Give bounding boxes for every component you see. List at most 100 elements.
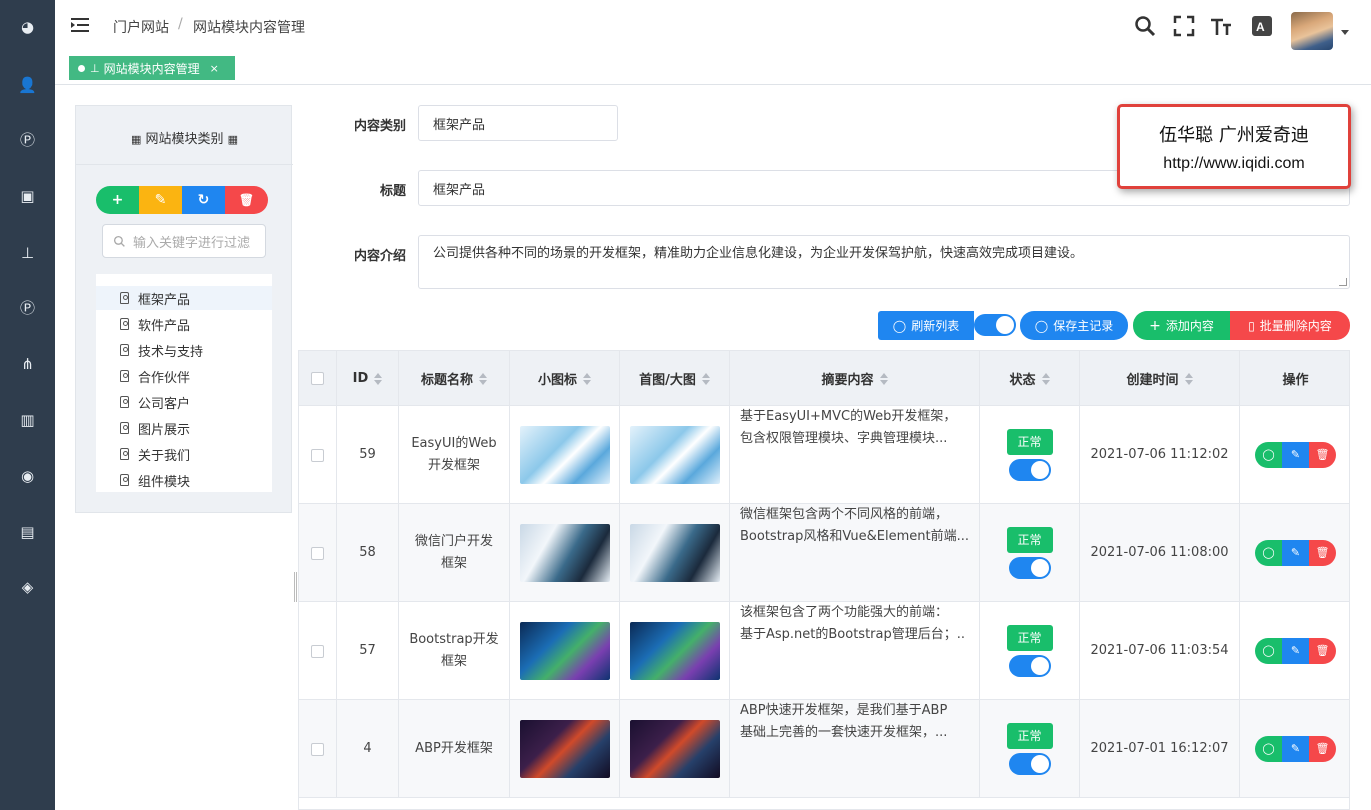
status-switch[interactable] (1008, 459, 1051, 481)
status-switch[interactable] (1008, 753, 1051, 775)
delete-button[interactable]: 🗑 (1309, 540, 1336, 566)
view-button[interactable]: ◯ (1255, 638, 1282, 664)
banner-image[interactable] (629, 524, 720, 582)
search-icon[interactable] (1133, 14, 1157, 38)
product-p-icon-2[interactable]: Ⓟ (0, 292, 55, 322)
refresh-list-button[interactable]: ◯ 刷新列表 (878, 311, 974, 340)
banner-image[interactable] (629, 426, 720, 484)
tab-close-icon[interactable]: × (210, 62, 219, 75)
intro-textarea[interactable]: 公司提供各种不同的场景的开发框架，精准助力企业信息化建设，为企业开发保驾护航，快… (418, 235, 1350, 289)
tree-item-about[interactable]: 关于我们 (96, 442, 272, 466)
sitemap-icon[interactable]: ⊥ (0, 238, 55, 268)
edit-button[interactable]: ✎ (1282, 638, 1309, 664)
cell-actions: ◯ ✎ 🗑 (1240, 406, 1349, 504)
sort-icon[interactable] (479, 372, 487, 386)
tree-item-framework[interactable]: 框架产品 (96, 286, 272, 310)
cell-actions: ◯ ✎ 🗑 (1240, 700, 1349, 798)
tab-content-management[interactable]: ⊥ 网站模块内容管理 × (69, 56, 235, 80)
user-avatar[interactable] (1291, 12, 1333, 50)
tree-item-support[interactable]: 技术与支持 (96, 338, 272, 362)
view-button[interactable]: ◯ (1255, 540, 1282, 566)
tree-search-input[interactable]: 输入关键字进行过滤 (102, 224, 266, 258)
header-banner[interactable]: 首图/大图 (620, 351, 730, 406)
thumbnail-image[interactable] (519, 426, 610, 484)
edit-button[interactable]: ✎ (1282, 540, 1309, 566)
menu-toggle-icon[interactable] (69, 14, 91, 36)
sort-icon[interactable] (1184, 372, 1193, 386)
id-card-icon[interactable]: ▤ (0, 517, 55, 547)
toggle-switch[interactable] (974, 314, 1016, 336)
row-checkbox[interactable] (311, 644, 324, 658)
header-status[interactable]: 状态 (980, 351, 1080, 406)
table-row[interactable]: 57 Bootstrap开发 框架 该框架包含了两个功能强大的前端： 基于Asp.n… (299, 602, 1349, 700)
flow-icon[interactable]: ⋔ (0, 349, 55, 379)
table-row[interactable]: 59 EasyUI的Web 开发框架 基于EasyUI+MVC的Web开发框架，包… (299, 406, 1349, 504)
edit-category-button[interactable]: ✎ (139, 186, 182, 214)
breadcrumb-root[interactable]: 门户网站 (113, 17, 169, 37)
header: 门户网站 / 网站模块内容管理 A (55, 0, 1371, 52)
header-icon[interactable]: 小图标 (510, 351, 620, 406)
view-button[interactable]: ◯ (1255, 442, 1282, 468)
tree-divider (76, 164, 293, 165)
add-category-button[interactable]: + (96, 186, 139, 214)
select-all-checkbox[interactable] (311, 372, 324, 385)
delete-button[interactable]: 🗑 (1309, 638, 1336, 664)
tab-active-dot (78, 64, 85, 72)
sort-icon[interactable] (374, 372, 383, 386)
translate-icon[interactable]: A (1250, 14, 1274, 38)
save-master-button[interactable]: ◯ 保存主记录 (1020, 311, 1128, 340)
row-checkbox[interactable] (311, 742, 324, 756)
status-switch[interactable] (1008, 557, 1051, 579)
banner-image[interactable] (629, 720, 720, 778)
layers-icon[interactable]: ◈ (0, 572, 55, 602)
header-id[interactable]: ID (337, 351, 399, 406)
thumbnail-image[interactable] (519, 622, 610, 680)
row-checkbox[interactable] (311, 448, 324, 462)
dashboard-icon[interactable]: ◕ (0, 12, 55, 42)
edit-button[interactable]: ✎ (1282, 736, 1309, 762)
header-created[interactable]: 创建时间 (1080, 351, 1240, 406)
cell-summary: 基于EasyUI+MVC的Web开发框架， 包含权限管理模块、字典管理模块... (730, 406, 980, 504)
resize-grip-icon[interactable] (1339, 278, 1347, 286)
thumbnail-image[interactable] (519, 720, 610, 778)
category-field[interactable]: 框架产品 (418, 105, 618, 141)
thumbnail-image[interactable] (519, 524, 610, 582)
table-row[interactable]: 58 微信门户开发 框架 微信框架包含两个不同风格的前端， Bootstrap风格和… (299, 504, 1349, 602)
refresh-tree-button[interactable]: ↻ (182, 186, 225, 214)
header-title[interactable]: 标题名称 (399, 351, 510, 406)
tree-item-gallery[interactable]: 图片展示 (96, 416, 272, 440)
cell-status: 正常 (980, 406, 1080, 504)
cell-id: 58 (337, 504, 399, 602)
edit-button[interactable]: ✎ (1282, 442, 1309, 468)
add-content-button[interactable]: + 添加内容 (1133, 311, 1230, 340)
sort-icon[interactable] (1041, 372, 1050, 386)
sort-icon[interactable] (701, 372, 710, 386)
blog-icon[interactable]: ◉ (0, 461, 55, 491)
contact-book-icon[interactable]: ▣ (0, 181, 55, 211)
chevron-down-icon[interactable] (1341, 30, 1349, 35)
batch-delete-button[interactable]: ▯ 批量删除内容 (1230, 311, 1350, 340)
plus-icon: + (1149, 317, 1161, 334)
panel-splitter[interactable] (294, 572, 297, 602)
sort-icon[interactable] (879, 372, 888, 386)
tree-item-customers[interactable]: 公司客户 (96, 390, 272, 414)
table-row[interactable]: 4 ABP开发框架 ABP快速开发框架，是我们基于ABP 基础上完善的一套快速开发… (299, 700, 1349, 798)
delete-button[interactable]: 🗑 (1309, 736, 1336, 762)
font-size-icon[interactable] (1209, 14, 1233, 38)
tree-item-partners[interactable]: 合作伙伴 (96, 364, 272, 388)
cell-icon (510, 504, 620, 602)
user-lock-icon[interactable]: 👤 (0, 70, 55, 100)
sort-icon[interactable] (583, 372, 591, 386)
banner-image[interactable] (629, 622, 720, 680)
tree-item-software[interactable]: 软件产品 (96, 312, 272, 336)
status-switch[interactable] (1008, 655, 1051, 677)
tree-item-components[interactable]: 组件模块 (96, 468, 272, 492)
view-button[interactable]: ◯ (1255, 736, 1282, 762)
row-checkbox[interactable] (311, 546, 324, 560)
fullscreen-icon[interactable] (1172, 14, 1196, 38)
delete-category-button[interactable]: 🗑 (225, 186, 268, 214)
building-icon[interactable]: ▥ (0, 405, 55, 435)
product-p-icon[interactable]: Ⓟ (0, 124, 55, 154)
header-summary[interactable]: 摘要内容 (730, 351, 980, 406)
delete-button[interactable]: 🗑 (1309, 442, 1336, 468)
